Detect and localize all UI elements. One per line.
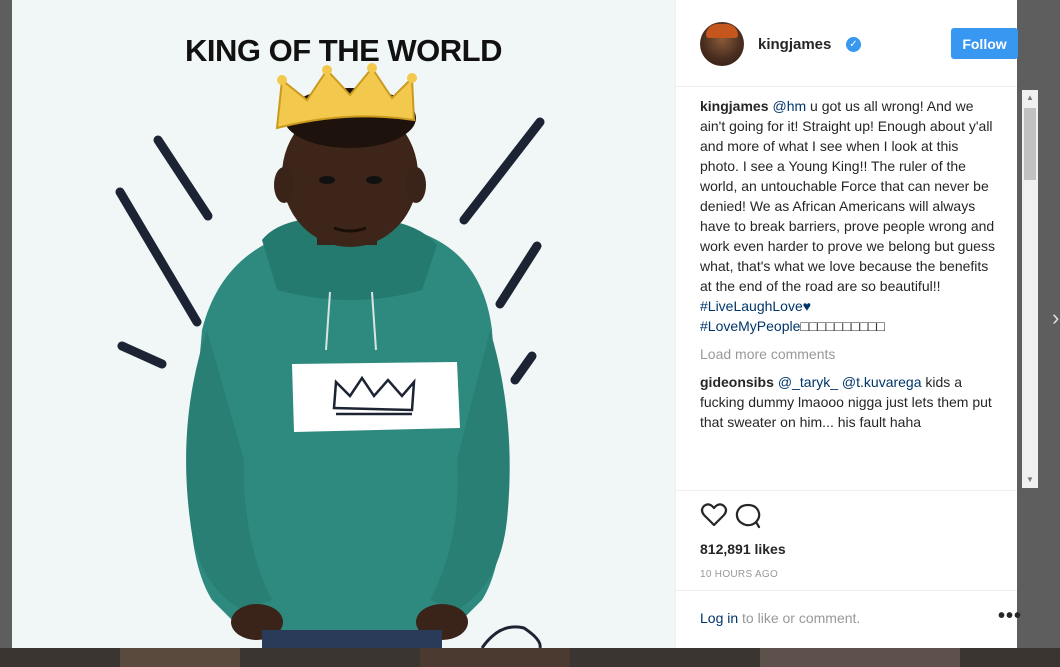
caption-comment: kingjames @hm u got us all wrong! And we …: [700, 96, 1000, 336]
backdrop-thumb: [760, 648, 960, 667]
post-sidebar: kingjames ✓ Follow kingjames @hm u got us…: [675, 0, 1038, 649]
backdrop-thumb: [420, 648, 570, 667]
heart-emoji-icon: ♥: [802, 298, 812, 314]
comment-icon[interactable]: [734, 501, 762, 529]
verified-badge-icon: ✓: [846, 37, 861, 52]
scroll-up-arrow-icon[interactable]: ▲: [1022, 90, 1038, 106]
post-actions: 812,891 likes 10 HOURS AGO: [676, 490, 1017, 591]
post-header: kingjames ✓ Follow: [676, 0, 1018, 87]
avatar-cap: [706, 24, 738, 38]
more-options-icon[interactable]: •••: [998, 605, 1022, 628]
login-prompt-text: to like or comment.: [738, 610, 861, 626]
hashtag-link[interactable]: #LoveMyPeople: [700, 318, 800, 334]
photo-illustration: [115, 63, 545, 648]
post-modal: KING OF THE WORLD kingjames ✓ Follow kin…: [12, 0, 1038, 649]
comment-username[interactable]: kingjames: [700, 98, 768, 114]
backdrop-left: [0, 0, 12, 667]
comment-trail: □□□□□□□□□□: [800, 318, 885, 334]
hashtag-link[interactable]: #LiveLaughLove: [700, 298, 803, 314]
comment: gideonsibs @_taryk_ @t.kuvarega kids a fu…: [700, 372, 1000, 432]
login-prompt: Log in to like or comment.: [700, 610, 860, 626]
comments-list: kingjames @hm u got us all wrong! And we …: [700, 96, 1000, 488]
backdrop-thumb: [120, 648, 240, 667]
load-more-comments[interactable]: Load more comments: [700, 344, 1000, 364]
comment-text: u got us all wrong! And we ain't going f…: [700, 98, 995, 294]
comment-username[interactable]: gideonsibs: [700, 374, 774, 390]
mention-link[interactable]: @t.kuvarega: [842, 374, 922, 390]
scroll-thumb[interactable]: [1024, 108, 1036, 180]
likes-count[interactable]: 812,891 likes: [700, 541, 786, 557]
scroll-down-arrow-icon[interactable]: ▼: [1022, 472, 1038, 488]
mention-link[interactable]: @hm: [772, 98, 806, 114]
username[interactable]: kingjames: [758, 36, 831, 53]
heart-icon[interactable]: [700, 501, 728, 529]
follow-button[interactable]: Follow: [951, 28, 1018, 59]
mention-link[interactable]: @_taryk_: [778, 374, 838, 390]
comments-scrollbar[interactable]: ▲ ▼: [1022, 90, 1038, 488]
post-time: 10 HOURS AGO: [700, 569, 779, 580]
avatar[interactable]: [700, 22, 744, 66]
post-footer: Log in to like or comment. •••: [676, 590, 1021, 649]
login-link[interactable]: Log in: [700, 610, 738, 626]
next-arrow-icon[interactable]: ›: [1052, 305, 1059, 331]
post-photo: KING OF THE WORLD: [12, 0, 675, 648]
